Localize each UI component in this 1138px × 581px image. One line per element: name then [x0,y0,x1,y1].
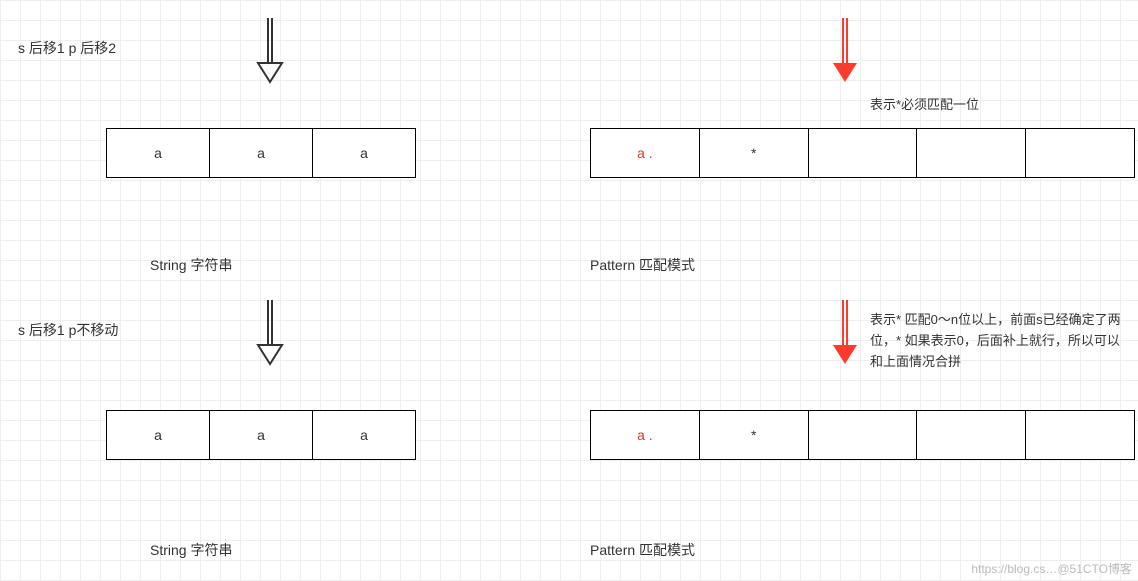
pattern-cell: * [699,129,808,177]
string-cell: a [312,129,415,177]
string-cell: a [107,411,209,459]
arrow-down-black-icon [255,300,285,370]
string-cell: a [312,411,415,459]
pattern-array-row1: a . * [590,128,1135,178]
pattern-cell [916,129,1025,177]
caption-string-row2: String 字符串 [150,540,232,560]
note-s-shift-p-shift: s 后移1 p 后移2 [18,38,116,58]
pattern-cell: a . [591,129,699,177]
pattern-array-row2: a . * [590,410,1135,460]
caption-pattern-row2: Pattern 匹配模式 [590,540,695,560]
note-s-shift-p-stay: s 后移1 p不移动 [18,320,118,340]
string-cell: a [209,129,312,177]
watermark: https://blog.cs…@51CTO博客 [971,560,1132,577]
pattern-cell [916,411,1025,459]
string-cell: a [107,129,209,177]
pattern-cell [1025,129,1134,177]
arrow-down-red-icon [830,18,860,88]
caption-pattern-row1: Pattern 匹配模式 [590,255,695,275]
string-cell: a [209,411,312,459]
note-star-zero-to-n: 表示* 匹配0～n位以上，前面s已经确定了两位，* 如果表示0，后面补上就行，所… [870,310,1130,372]
pattern-cell [808,411,917,459]
string-array-row2: a a a [106,410,416,460]
pattern-cell: * [699,411,808,459]
note-star-must-match-one: 表示*必须匹配一位 [870,95,979,116]
arrow-down-red-icon [830,300,860,370]
pattern-cell: a . [591,411,699,459]
grid-background [0,0,1138,581]
caption-string-row1: String 字符串 [150,255,232,275]
string-array-row1: a a a [106,128,416,178]
pattern-cell [808,129,917,177]
arrow-down-black-icon [255,18,285,88]
pattern-cell [1025,411,1134,459]
